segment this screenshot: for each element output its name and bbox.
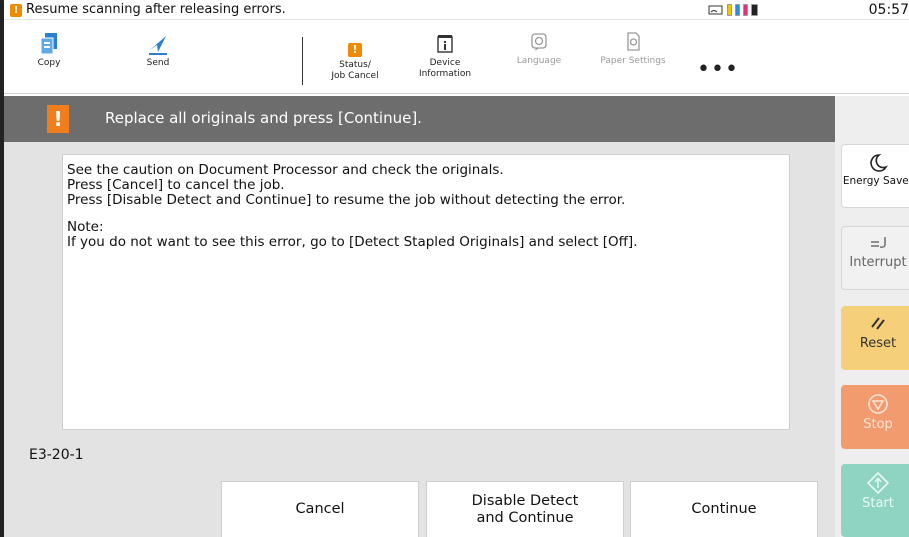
status-icons <box>708 3 758 17</box>
stop-label: Stop <box>863 417 893 432</box>
stop-icon <box>868 394 888 414</box>
message-note-heading: Note: <box>67 219 104 235</box>
status-label-line2: Job Cancel <box>331 71 379 81</box>
network-icon <box>708 5 723 15</box>
reset-label: Reset <box>859 336 897 351</box>
start-button[interactable]: Start <box>841 464 909 537</box>
status-label-line1: Status/ <box>339 60 371 70</box>
paper-settings-label: Paper Settings <box>600 56 666 66</box>
status-message[interactable]: Resume scanning after releasing errors. <box>26 2 286 17</box>
top-toolbar: Copy Send ! Status/ Job Cancel Device In… <box>4 21 909 94</box>
message-line: See the caution on Document Processor an… <box>67 162 504 178</box>
paper-settings-button[interactable]: Paper Settings <box>594 21 672 94</box>
clock: 05:57 <box>868 2 909 18</box>
right-hard-keys-panel: Energy Saver Interrupt Reset Stop Start <box>835 96 909 537</box>
toner-cyan-icon <box>735 4 740 16</box>
energy-saver-label: Energy Saver <box>842 175 909 187</box>
reset-button[interactable]: Reset <box>841 306 909 370</box>
interrupt-label: Interrupt <box>849 255 907 270</box>
continue-button-label: Continue <box>691 501 757 517</box>
message-line: Press [Disable Detect and Continue] to r… <box>67 192 626 208</box>
status-bar: ! Resume scanning after releasing errors… <box>4 0 909 20</box>
main-panel: See the caution on Document Processor an… <box>4 142 835 537</box>
stop-button[interactable]: Stop <box>841 385 909 449</box>
disable-detect-label-line2: and Continue <box>476 509 574 526</box>
send-icon <box>149 36 167 55</box>
send-label: Send <box>146 58 170 68</box>
copy-button[interactable]: Copy <box>26 21 72 94</box>
device-info-label-line2: Information <box>418 69 472 79</box>
copy-icon <box>40 33 57 55</box>
device-information-button[interactable]: Device Information <box>412 21 478 94</box>
toolbar-divider <box>302 37 303 85</box>
more-button[interactable]: ••• <box>697 57 739 82</box>
error-code: E3-20-1 <box>29 447 84 463</box>
language-button[interactable]: Language <box>511 21 567 94</box>
disable-detect-label-line1: Disable Detect <box>471 492 579 509</box>
warning-icon: ! <box>10 4 22 17</box>
moon-icon <box>870 154 888 172</box>
cancel-button[interactable]: Cancel <box>221 481 419 537</box>
toner-magenta-icon <box>743 4 748 16</box>
paper-settings-icon <box>627 32 640 51</box>
toner-black-icon <box>751 4 758 16</box>
device-info-icon <box>437 35 453 53</box>
interrupt-icon <box>871 237 886 248</box>
alert-warning-icon: ! <box>47 105 69 133</box>
cancel-button-label: Cancel <box>295 501 345 517</box>
alert-message: Replace all originals and press [Continu… <box>105 109 422 127</box>
interrupt-button[interactable]: Interrupt <box>841 226 909 290</box>
continue-button[interactable]: Continue <box>630 481 818 537</box>
toner-yellow-icon <box>727 4 732 16</box>
start-icon <box>867 472 889 494</box>
language-icon <box>531 33 547 51</box>
message-line: If you do not want to see this error, go… <box>67 234 638 250</box>
send-button[interactable]: Send <box>135 21 181 94</box>
start-label: Start <box>862 496 894 511</box>
message-line: Press [Cancel] to cancel the job. <box>67 177 285 193</box>
message-box: See the caution on Document Processor an… <box>62 154 790 430</box>
language-label: Language <box>516 56 562 66</box>
disable-detect-continue-button[interactable]: Disable Detect and Continue <box>426 481 624 537</box>
device-info-label-line1: Device <box>429 58 461 68</box>
warning-icon: ! <box>348 43 362 57</box>
energy-saver-button[interactable]: Energy Saver <box>841 144 909 208</box>
copy-label: Copy <box>37 58 61 68</box>
reset-icon <box>871 317 885 330</box>
alert-banner: ! Replace all originals and press [Conti… <box>4 96 835 142</box>
status-job-cancel-button[interactable]: ! Status/ Job Cancel <box>327 21 383 94</box>
